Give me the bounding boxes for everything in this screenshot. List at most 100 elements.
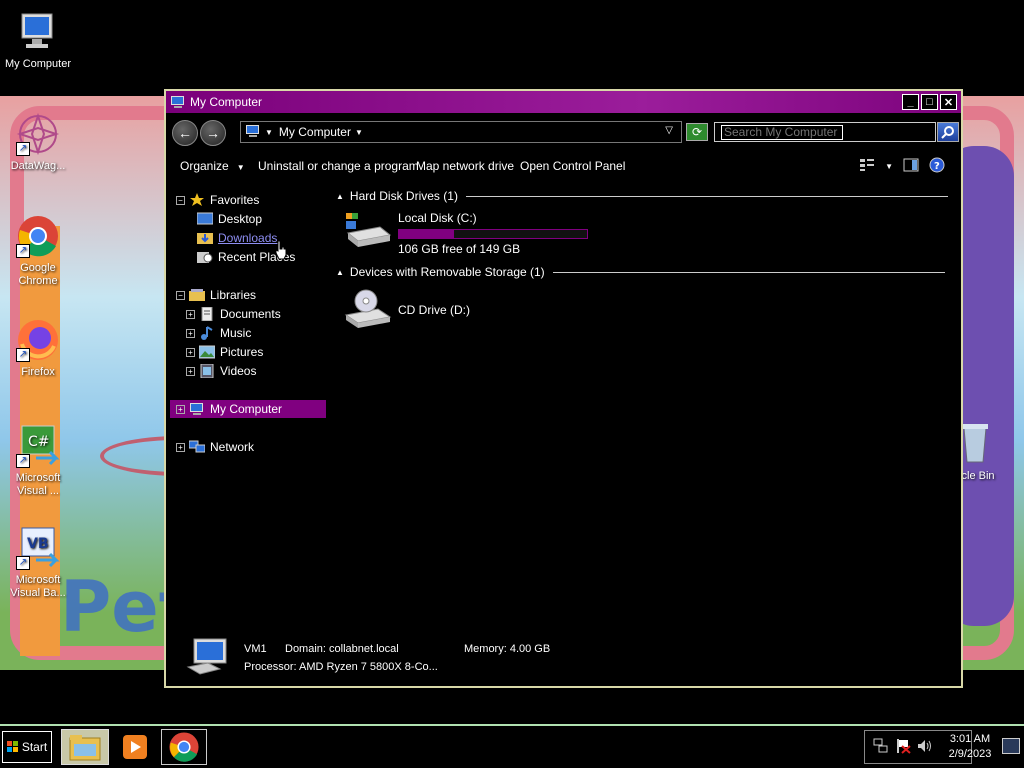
- refresh-button[interactable]: ⟳: [686, 123, 708, 141]
- group-header-hard-disk-drives[interactable]: ▲ Hard Disk Drives (1): [336, 189, 948, 203]
- forward-arrow-icon: →: [206, 125, 220, 141]
- address-box[interactable]: ▼ My Computer ▼ ▽: [240, 121, 682, 143]
- group-label: Hard Disk Drives (1): [349, 189, 458, 203]
- taskbar: Start 3:01 AM 2/9/2023: [0, 724, 1024, 768]
- drive-local-disk-c[interactable]: Local Disk (C:) 106 GB free of 149 GB: [344, 211, 588, 256]
- taskbar-chrome[interactable]: [161, 729, 207, 765]
- maximize-button[interactable]: □: [921, 94, 938, 110]
- chrome-icon: [169, 732, 199, 762]
- expand-toggle[interactable]: +: [186, 347, 195, 357]
- organize-button[interactable]: Organize ▼: [180, 159, 245, 173]
- desktop-icon-label: Google Chrome: [18, 262, 58, 287]
- clock[interactable]: 3:01 AM 2/9/2023: [940, 732, 1000, 762]
- nav-label: Videos: [220, 364, 257, 378]
- minimize-icon: _: [907, 96, 914, 108]
- expand-toggle[interactable]: +: [186, 328, 195, 338]
- search-input[interactable]: [721, 124, 843, 140]
- expand-toggle[interactable]: +: [176, 404, 185, 414]
- computer-icon: [16, 10, 60, 54]
- chevron-down-icon[interactable]: ▼: [265, 128, 273, 137]
- computer-domain: Domain: collabnet.local: [285, 643, 399, 655]
- open-control-panel-button[interactable]: Open Control Panel: [520, 159, 625, 173]
- chevron-down-icon[interactable]: ▼: [885, 162, 893, 171]
- collapse-arrow-icon: ▲: [336, 191, 344, 201]
- search-button[interactable]: [937, 122, 959, 142]
- nav-label: Favorites: [210, 193, 260, 207]
- preview-pane-icon[interactable]: [903, 158, 919, 175]
- media-player-icon: [123, 735, 147, 759]
- taskbar-explorer[interactable]: [61, 729, 109, 765]
- svg-text:?: ?: [934, 161, 940, 172]
- nav-label: My Computer: [210, 402, 283, 416]
- taskbar-media-player[interactable]: [112, 729, 158, 765]
- forward-button[interactable]: →: [200, 120, 226, 146]
- change-view-icon[interactable]: [859, 158, 875, 175]
- documents-icon: [199, 306, 215, 322]
- recent-places-icon: [197, 250, 213, 264]
- expand-toggle[interactable]: +: [186, 366, 195, 376]
- svg-text:C#: C#: [28, 434, 50, 450]
- recycle-bin-icon: [960, 422, 990, 466]
- nav-documents[interactable]: + Documents: [186, 305, 342, 323]
- desktop-folder-icon: [196, 212, 214, 226]
- action-center-flag-icon[interactable]: [895, 738, 911, 757]
- command-bar: Organize ▼ Uninstall or change a program …: [166, 155, 961, 177]
- address-dropdown-icon[interactable]: ▽: [665, 125, 673, 136]
- group-label: Devices with Removable Storage (1): [349, 265, 545, 279]
- network-tray-icon[interactable]: [873, 738, 889, 757]
- start-button[interactable]: Start: [2, 731, 52, 763]
- desktop-icon-label: Firefox: [21, 366, 55, 378]
- shortcut-arrow-icon: ↗: [16, 556, 30, 570]
- drive-cd-d[interactable]: CD Drive (D:): [344, 289, 470, 329]
- navigation-pane: − Favorites Desktop Downloads Recent Pla…: [168, 189, 326, 629]
- nav-my-computer[interactable]: + My Computer: [170, 400, 326, 418]
- search-icon: [941, 126, 954, 139]
- desktop-icon-visual-basic[interactable]: VB ↗ Microsoft Visual Ba...: [0, 526, 76, 600]
- nav-pictures[interactable]: + Pictures: [186, 343, 342, 361]
- shortcut-arrow-icon: ↗: [16, 454, 30, 468]
- desktop-icon-chrome[interactable]: ↗ Google Chrome: [0, 214, 76, 288]
- shortcut-arrow-icon: ↗: [16, 142, 30, 156]
- nav-music[interactable]: + Music: [186, 324, 342, 342]
- desktop-icon-firefox[interactable]: ↗ Firefox: [0, 318, 76, 379]
- firefox-icon: ↗: [16, 318, 60, 362]
- clock-time: 3:01 AM: [949, 733, 991, 745]
- details-pane: VM1 Domain: collabnet.local Memory: 4.00…: [166, 629, 961, 686]
- group-header-removable-storage[interactable]: ▲ Devices with Removable Storage (1): [336, 265, 945, 279]
- desktop-icon-label: Microsoft Visual Ba...: [10, 574, 66, 599]
- nav-favorites[interactable]: − Favorites: [176, 191, 332, 209]
- collapse-toggle[interactable]: −: [176, 290, 185, 300]
- nav-videos[interactable]: + Videos: [186, 362, 342, 380]
- map-network-drive-button[interactable]: Map network drive: [416, 159, 514, 173]
- downloads-folder-icon: [197, 231, 213, 245]
- close-button[interactable]: ✕: [940, 94, 957, 110]
- volume-icon[interactable]: [917, 738, 933, 757]
- organize-label: Organize: [180, 159, 229, 173]
- my-computer-window: My Computer _ □ ✕ ← → ▼ My Computer ▼ ▽ …: [164, 89, 963, 688]
- svg-text:VB: VB: [27, 536, 49, 552]
- pictures-icon: [198, 345, 216, 359]
- uninstall-program-button[interactable]: Uninstall or change a program: [258, 159, 419, 173]
- breadcrumb-my-computer[interactable]: My Computer: [279, 125, 351, 139]
- content-pane: ▲ Hard Disk Drives (1) Local Disk (C:) 1…: [330, 189, 960, 629]
- computer-processor: Processor: AMD Ryzen 7 5800X 8-Co...: [244, 661, 438, 673]
- desktop-icon-my-computer[interactable]: My Computer: [0, 10, 76, 71]
- help-icon[interactable]: ?: [929, 157, 945, 176]
- minimize-button[interactable]: _: [902, 94, 919, 110]
- nav-network[interactable]: + Network: [176, 438, 332, 456]
- collapse-toggle[interactable]: −: [176, 195, 185, 205]
- drive-name: Local Disk (C:): [398, 211, 477, 225]
- folder-icon: [69, 735, 101, 761]
- desktop-icon-datawag[interactable]: ↗ DataWag...: [0, 112, 76, 173]
- computer-icon: [186, 637, 230, 677]
- close-icon: ✕: [943, 96, 954, 109]
- show-desktop-button[interactable]: [1002, 738, 1020, 754]
- back-button[interactable]: ←: [172, 120, 198, 146]
- expand-toggle[interactable]: +: [186, 309, 195, 319]
- title-bar[interactable]: My Computer _ □ ✕: [166, 91, 961, 113]
- expand-toggle[interactable]: +: [176, 442, 185, 452]
- desktop-icon-recycle-bin[interactable]: ycle Bin: [956, 422, 1024, 483]
- desktop-icon-visual-csharp[interactable]: C# ↗ Microsoft Visual ...: [0, 424, 76, 498]
- nav-libraries[interactable]: − Libraries: [176, 286, 332, 304]
- chevron-down-icon[interactable]: ▼: [355, 128, 363, 137]
